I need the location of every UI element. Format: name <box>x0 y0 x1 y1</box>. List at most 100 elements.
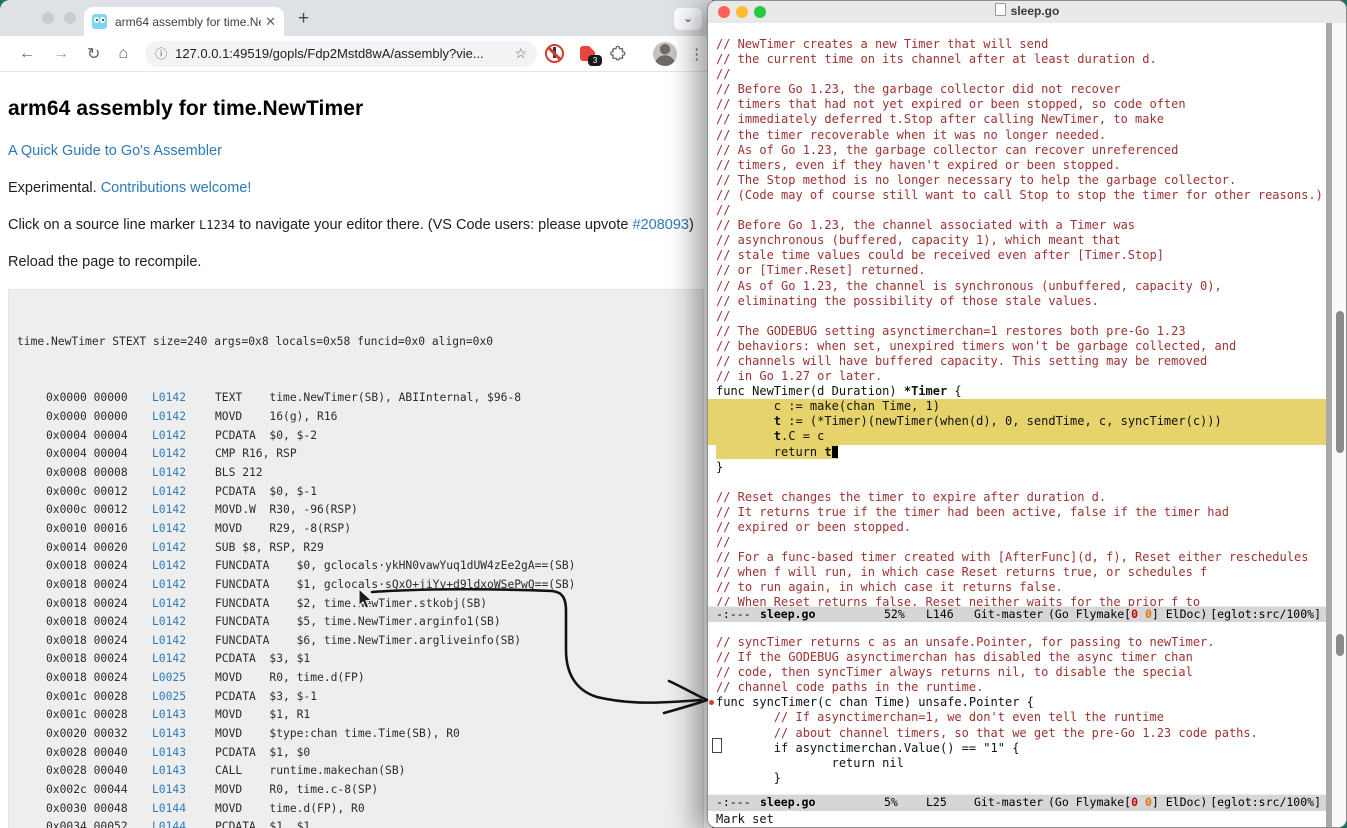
emacs-upper-pane[interactable]: // NewTimer creates a new Timer that wil… <box>708 23 1326 606</box>
asm-source-line-marker-link[interactable]: L0142 <box>152 501 188 520</box>
extensions-puzzle-icon[interactable] <box>609 45 627 63</box>
bookmark-star-icon[interactable]: ☆ <box>515 45 528 62</box>
asm-instruction: PCDATA $3, $-1 <box>215 690 317 703</box>
url-text[interactable]: 127.0.0.1:49519/gopls/Fdp2Mstd8wA/assemb… <box>175 46 508 61</box>
marker-help-text-2: to navigate your editor there. (VS Code … <box>235 217 632 233</box>
asm-instruction: BLS 212 <box>215 466 263 479</box>
browser-tab-strip: arm64 assembly for time.New ✕ + ⌄ <box>0 0 712 36</box>
code-line: // the timer recoverable when it was no … <box>716 128 1326 143</box>
line-marker-example: L1234 <box>199 218 235 232</box>
asm-instruction: CMP R16, RSP <box>215 447 297 460</box>
code-line: // the current time on its channel after… <box>716 52 1326 67</box>
asm-row: 0x0018 00024L0142FUNCDATA $1, gclocals·s… <box>17 576 703 595</box>
address-bar[interactable]: ⓘ 127.0.0.1:49519/gopls/Fdp2Mstd8wA/asse… <box>145 41 537 67</box>
tab-search-chevron-button[interactable]: ⌄ <box>674 8 702 30</box>
asm-instruction: PCDATA $3, $1 <box>215 652 310 665</box>
asm-source-line-marker-link[interactable]: L0142 <box>152 445 188 464</box>
asm-source-line-marker-link[interactable]: L0143 <box>152 725 188 744</box>
asm-source-line-marker-link[interactable]: L0142 <box>152 427 188 446</box>
asm-instruction: PCDATA $1, $0 <box>215 746 310 759</box>
forward-icon[interactable]: → <box>53 45 69 63</box>
asm-source-line-marker-link[interactable]: L0142 <box>152 483 188 502</box>
asm-row: 0x0014 00020L0142SUB $8, RSP, R29 <box>17 539 703 558</box>
asm-source-line-marker-link[interactable]: L0143 <box>152 744 188 763</box>
blocker-extension-icon[interactable] <box>545 44 564 63</box>
asm-source-line-marker-link[interactable]: L0142 <box>152 650 188 669</box>
emacs-minimize-button[interactable] <box>736 6 748 18</box>
asm-source-line-marker-link[interactable]: L0142 <box>152 632 188 651</box>
scrollbar-thumb-lower[interactable] <box>1336 634 1344 656</box>
emacs-zoom-button[interactable] <box>754 6 766 18</box>
asm-instruction: MOVD $1, R1 <box>215 708 310 721</box>
asm-address: 0x0018 00024 <box>46 613 130 632</box>
assembler-guide-link[interactable]: A Quick Guide to Go's Assembler <box>8 143 222 159</box>
vscode-issue-link[interactable]: #208093 <box>633 217 689 233</box>
asm-row: 0x0018 00024L0142PCDATA $3, $1 <box>17 650 703 669</box>
asm-source-line-marker-link[interactable]: L0143 <box>152 781 188 800</box>
asm-instruction: MOVD R29, -8(RSP) <box>215 522 351 535</box>
modeline-scroll-percent: 52% <box>884 607 905 622</box>
asm-source-line-marker-link[interactable]: L0144 <box>152 818 188 828</box>
asm-header-line: time.NewTimer STEXT size=240 args=0x8 lo… <box>17 333 703 352</box>
asm-row: 0x0030 00048L0144MOVD time.d(FP), R0 <box>17 800 703 819</box>
asm-address: 0x0018 00024 <box>46 669 130 688</box>
code-line: // Before Go 1.23, the channel associate… <box>716 218 1326 233</box>
asm-instruction: FUNCDATA $5, time.NewTimer.arginfo1(SB) <box>215 615 501 628</box>
code-line <box>716 475 1326 490</box>
asm-source-line-marker-link[interactable]: L0142 <box>152 576 188 595</box>
profile-avatar[interactable] <box>653 42 677 66</box>
asm-source-line-marker-link[interactable]: L0142 <box>152 595 188 614</box>
contributions-link[interactable]: Contributions welcome! <box>101 180 252 196</box>
code-line: t.C = c <box>708 429 1326 444</box>
code-line: // If asynctimerchan=1, we don't even te… <box>716 710 1326 725</box>
asm-source-line-marker-link[interactable]: L0142 <box>152 539 188 558</box>
asm-source-line-marker-link[interactable]: L0142 <box>152 464 188 483</box>
code-line: // As of Go 1.23, the channel is synchro… <box>716 279 1326 294</box>
flymake-error-count: 0 <box>1131 795 1138 809</box>
code-line: func syncTimer(c chan Time) unsafe.Point… <box>716 695 1326 710</box>
asm-instruction: FUNCDATA $0, gclocals·ykHN0vawYuq1dUW4zE… <box>215 559 575 572</box>
scrollbar-thumb-upper[interactable] <box>1336 311 1344 453</box>
asm-source-line-marker-link[interactable]: L0142 <box>152 557 188 576</box>
code-line: // <box>716 67 1326 82</box>
asm-source-line-marker-link[interactable]: L0142 <box>152 389 188 408</box>
asm-instruction: MOVD R0, time.d(FP) <box>215 671 365 684</box>
emacs-lower-pane[interactable]: // syncTimer returns c as an unsafe.Poin… <box>708 622 1326 794</box>
fringe-red-dot-indicator <box>709 700 714 705</box>
asm-source-line-marker-link[interactable]: L0142 <box>152 408 188 427</box>
flagged-extension-icon[interactable]: 3 <box>580 46 595 61</box>
tab-close-icon[interactable]: ✕ <box>265 14 276 30</box>
emacs-window: sleep.go // NewTimer creates a new Timer… <box>707 0 1347 828</box>
asm-address: 0x0020 00032 <box>46 725 130 744</box>
asm-source-line-marker-link[interactable]: L0142 <box>152 520 188 539</box>
code-line: return nil <box>716 756 1326 771</box>
back-icon[interactable]: ← <box>19 45 35 63</box>
asm-instruction: PCDATA $0, $-1 <box>215 485 317 498</box>
new-tab-button[interactable]: + <box>298 8 309 30</box>
asm-source-line-marker-link[interactable]: L0143 <box>152 762 188 781</box>
window-minimize-button[interactable] <box>64 12 76 24</box>
echo-area: Mark set <box>708 811 1346 828</box>
asm-address: 0x000c 00012 <box>46 483 130 502</box>
code-line: // <box>716 309 1326 324</box>
asm-source-line-marker-link[interactable]: L0025 <box>152 669 188 688</box>
window-close-button[interactable] <box>42 12 54 24</box>
code-line: // As of Go 1.23, the garbage collector … <box>716 143 1326 158</box>
asm-source-line-marker-link[interactable]: L0142 <box>152 613 188 632</box>
asm-address: 0x002c 00044 <box>46 781 130 800</box>
site-info-icon[interactable]: ⓘ <box>155 45 167 62</box>
asm-source-line-marker-link[interactable]: L0144 <box>152 800 188 819</box>
emacs-close-button[interactable] <box>718 6 730 18</box>
browser-tab[interactable]: arm64 assembly for time.New ✕ <box>84 7 284 36</box>
code-line: // immediately deferred t.Stop after cal… <box>716 112 1326 127</box>
asm-source-line-marker-link[interactable]: L0025 <box>152 688 188 707</box>
code-line: // NewTimer creates a new Timer that wil… <box>716 37 1326 52</box>
home-icon[interactable]: ⌂ <box>118 45 128 63</box>
asm-source-line-marker-link[interactable]: L0143 <box>152 706 188 725</box>
code-line: // expired or been stopped. <box>716 520 1326 535</box>
emacs-scrollbar-track[interactable] <box>1326 23 1346 827</box>
asm-row: 0x000c 00012 L0142 PCDATA $0, $-1 <box>17 483 703 502</box>
reload-icon[interactable]: ↻ <box>87 44 100 64</box>
code-line: // stale time values could be received e… <box>716 248 1326 263</box>
browser-menu-icon[interactable]: ⋮ <box>689 45 704 63</box>
